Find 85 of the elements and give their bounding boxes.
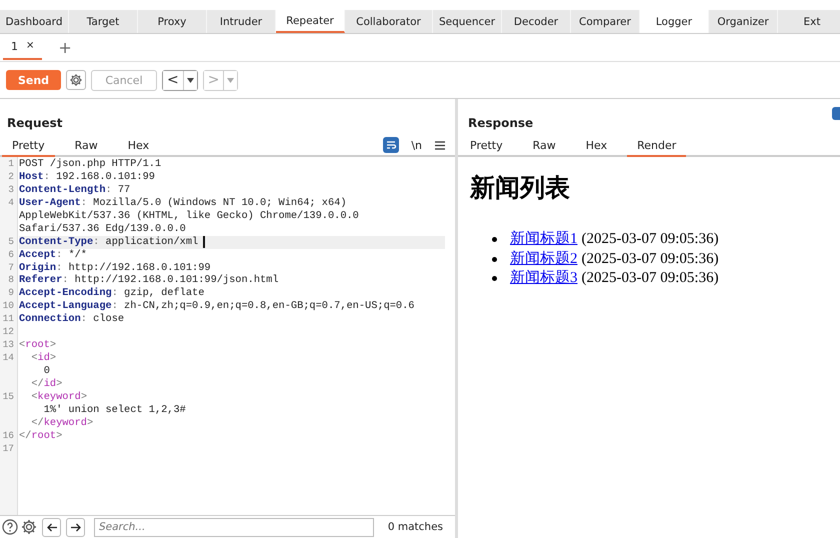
code-line: Host: 192.168.0.101:99	[19, 170, 155, 184]
code-line: AppleWebKit/537.36 (KHTML, like Gecko) Chrome/139.0.0.0	[19, 210, 359, 223]
search-field[interactable]: Search...	[94, 518, 374, 536]
code-line: Content-Type: application/xml	[19, 236, 198, 249]
close-tab-button[interactable]: ×	[26, 40, 34, 52]
view-tab[interactable]: Hex	[576, 136, 618, 156]
word-wrap-icon[interactable]	[383, 137, 400, 153]
code-line: </root>	[19, 430, 62, 443]
code-line: 0	[42, 365, 50, 378]
code-line: <keyword>	[30, 390, 87, 404]
main-tab[interactable]: Repeater	[276, 10, 345, 33]
main-tab[interactable]: Target	[69, 10, 138, 33]
view-tab[interactable]: Raw	[522, 136, 566, 156]
line-number: 8	[7, 274, 14, 288]
view-tab[interactable]: Render	[627, 136, 686, 156]
news-link[interactable]: 新闻标题2	[510, 250, 578, 269]
newline-toggle[interactable]: \n	[411, 138, 422, 152]
line-number: 10	[2, 300, 14, 314]
caret-icon	[186, 78, 194, 82]
line-number: 4	[7, 196, 14, 210]
line-number: 13	[2, 339, 14, 352]
line-number: 9	[7, 287, 14, 300]
view-tab[interactable]: Pretty	[460, 136, 513, 156]
response-title: Response	[467, 115, 534, 132]
view-tab[interactable]: Raw	[64, 136, 108, 156]
news-timestamp: (2025-03-07 09:05:36)	[582, 250, 719, 268]
code-line: 1%' union select 1,2,3#	[42, 404, 186, 417]
bullet-icon	[492, 237, 497, 242]
next-match-button[interactable]	[66, 518, 85, 536]
left-arrow-icon	[46, 522, 56, 532]
code-line: Referer: http://192.168.0.101:99/json.html	[19, 274, 279, 288]
match-count: 0 matches	[388, 521, 443, 533]
menu-icon[interactable]	[435, 140, 445, 150]
help-icon[interactable]	[2, 519, 18, 535]
line-number: 15	[2, 390, 14, 404]
line-number: 5	[7, 236, 14, 249]
line-number: 1	[7, 158, 14, 171]
caret-icon	[227, 78, 234, 82]
code-line: Accept-Encoding: gzip, deflate	[19, 287, 204, 300]
previous-match-button[interactable]	[42, 518, 61, 536]
settings-icon[interactable]	[21, 519, 37, 535]
code-line: POST /json.php HTTP/1.1	[19, 158, 162, 171]
main-tab[interactable]: Decoder	[502, 10, 571, 33]
bullet-icon	[492, 276, 497, 282]
code-line: Accept: */*	[19, 248, 87, 262]
main-tab[interactable]: Collaborator	[345, 10, 433, 33]
bullet-icon	[492, 256, 497, 262]
main-tab[interactable]: Sequencer	[433, 10, 502, 33]
code-line: </keyword>	[31, 416, 94, 430]
news-timestamp: (2025-03-07 09:05:36)	[582, 269, 719, 288]
settings-button[interactable]	[66, 70, 86, 90]
code-line: Origin: http://192.168.0.101:99	[19, 262, 211, 274]
code-line: <id>	[30, 352, 56, 366]
view-tab[interactable]: Hex	[118, 136, 160, 156]
code-line: </id>	[30, 378, 62, 391]
line-number: 2	[7, 170, 14, 184]
line-number: 14	[2, 352, 14, 365]
text-cursor	[203, 236, 205, 248]
new-tab-button[interactable]: +	[58, 38, 72, 57]
main-tab[interactable]: Ext	[778, 10, 840, 33]
line-number: 3	[7, 184, 14, 197]
code-line: Accept-Language: zh-CN,zh;q=0.9,en;q=0.8,en-GB;q=0.7,en-US;q=0.6	[19, 300, 414, 314]
right-arrow-icon	[70, 522, 80, 532]
main-tab[interactable]: Proxy	[138, 10, 207, 33]
news-timestamp: (2025-03-07 09:05:36)	[582, 230, 719, 249]
line-number: 17	[2, 442, 14, 456]
news-link[interactable]: 新闻标题1	[510, 230, 578, 250]
line-number: 6	[7, 248, 14, 262]
page-heading: 新闻列表	[470, 172, 571, 204]
request-tab[interactable]: 1 ×	[3, 36, 42, 60]
back-history-dropdown[interactable]	[182, 70, 197, 90]
code-line: Content-Length: 77	[19, 184, 130, 197]
line-number: 12	[2, 326, 14, 340]
news-link[interactable]: 新闻标题3	[510, 269, 578, 288]
code-line: Connection: close	[19, 313, 124, 326]
request-title: Request	[6, 115, 64, 132]
code-line: User-Agent: Mozilla/5.0 (Windows NT 10.0; Win64; x64)	[19, 196, 347, 210]
line-number: 16	[2, 430, 14, 443]
code-line: Safari/537.36 Edg/139.0.0.0	[19, 222, 186, 236]
main-tab[interactable]: Logger	[640, 10, 709, 33]
code-line: <root>	[19, 339, 56, 352]
line-number: 7	[7, 262, 14, 274]
main-tab[interactable]: Organizer	[709, 10, 778, 33]
main-tab[interactable]: Dashboard	[0, 10, 69, 33]
line-number: 11	[2, 313, 14, 326]
